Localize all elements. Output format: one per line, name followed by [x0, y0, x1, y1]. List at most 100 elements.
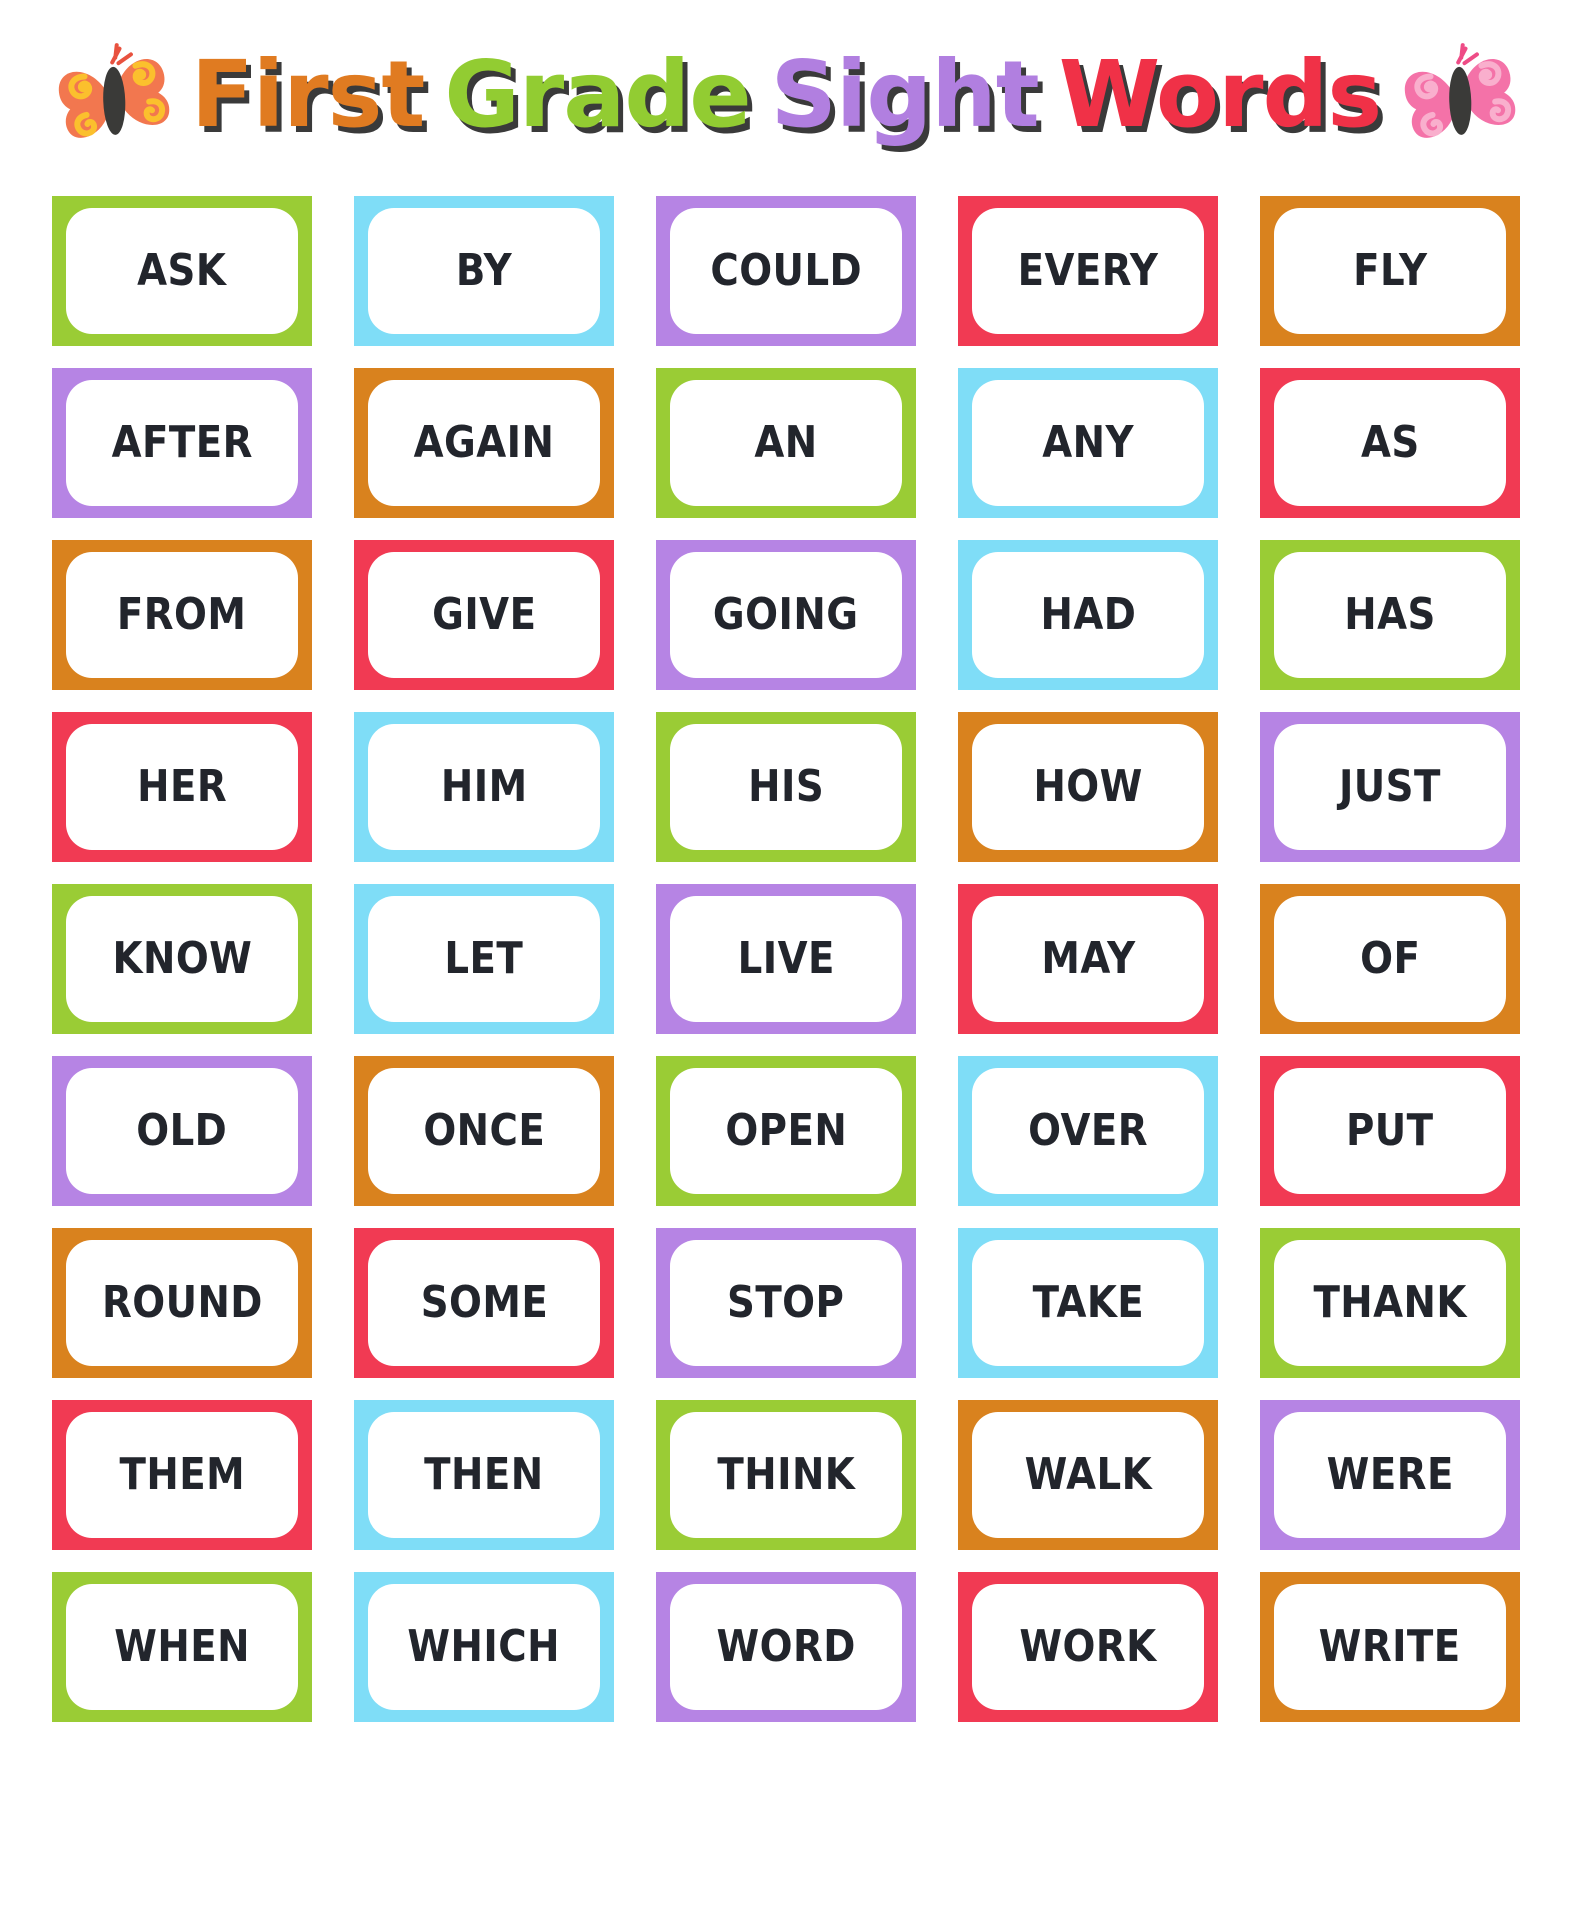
word-card-label: ASK: [137, 245, 227, 296]
word-card-label: WRITE: [1318, 1621, 1461, 1672]
word-card[interactable]: LIVE: [656, 884, 916, 1034]
word-card-label: TAKE: [1032, 1277, 1144, 1328]
word-card[interactable]: OLD: [52, 1056, 312, 1206]
word-card-label: AN: [754, 417, 818, 468]
word-card-face: WERE: [1274, 1412, 1506, 1538]
word-card-face: AGAIN: [368, 380, 600, 506]
word-card-label: LET: [444, 933, 524, 984]
word-card[interactable]: WERE: [1260, 1400, 1520, 1550]
word-card-label: SOME: [420, 1277, 548, 1328]
word-card[interactable]: AN: [656, 368, 916, 518]
word-card-face: FROM: [66, 552, 298, 678]
word-card[interactable]: KNOW: [52, 884, 312, 1034]
word-card[interactable]: OF: [1260, 884, 1520, 1034]
word-card-label: ANY: [1042, 417, 1134, 468]
word-card[interactable]: HER: [52, 712, 312, 862]
word-card-label: WHICH: [407, 1621, 561, 1672]
word-card[interactable]: HAS: [1260, 540, 1520, 690]
title-word-grade: Grade: [444, 41, 751, 148]
word-card-face: GOING: [670, 552, 902, 678]
word-card-face: COULD: [670, 208, 902, 334]
word-card[interactable]: THINK: [656, 1400, 916, 1550]
word-card[interactable]: BY: [354, 196, 614, 346]
word-card[interactable]: GOING: [656, 540, 916, 690]
word-card-label: ONCE: [423, 1105, 545, 1156]
word-card-face: WORD: [670, 1584, 902, 1710]
word-card[interactable]: PUT: [1260, 1056, 1520, 1206]
word-card-label: HAS: [1344, 589, 1436, 640]
word-card-face: THINK: [670, 1412, 902, 1538]
word-card-label: FLY: [1352, 245, 1428, 296]
word-card-face: OPEN: [670, 1068, 902, 1194]
title-word-sight: Sight: [770, 41, 1040, 148]
word-card[interactable]: JUST: [1260, 712, 1520, 862]
word-card[interactable]: ROUND: [52, 1228, 312, 1378]
word-card[interactable]: FROM: [52, 540, 312, 690]
sight-word-grid: ASK BY COULD EVERY FLY AFTER AGAIN AN ANY AS FROM G…: [52, 196, 1520, 1722]
word-card-face: STOP: [670, 1240, 902, 1366]
word-card[interactable]: ONCE: [354, 1056, 614, 1206]
word-card-label: COULD: [710, 245, 862, 296]
word-card[interactable]: OVER: [958, 1056, 1218, 1206]
word-card[interactable]: AGAIN: [354, 368, 614, 518]
word-card-face: AS: [1274, 380, 1506, 506]
word-card-label: MAY: [1040, 933, 1136, 984]
word-card-face: WHICH: [368, 1584, 600, 1710]
word-card[interactable]: HOW: [958, 712, 1218, 862]
word-card[interactable]: WHICH: [354, 1572, 614, 1722]
word-card[interactable]: EVERY: [958, 196, 1218, 346]
word-card[interactable]: ASK: [52, 196, 312, 346]
word-card-label: HAD: [1040, 589, 1136, 640]
word-card-face: ASK: [66, 208, 298, 334]
word-card-face: ONCE: [368, 1068, 600, 1194]
word-card-face: OF: [1274, 896, 1506, 1022]
word-card-label: KNOW: [112, 933, 252, 984]
word-card[interactable]: THEN: [354, 1400, 614, 1550]
word-card-label: PUT: [1346, 1105, 1434, 1156]
word-card[interactable]: GIVE: [354, 540, 614, 690]
word-card-face: WORK: [972, 1584, 1204, 1710]
word-card-label: OF: [1359, 933, 1421, 984]
word-card[interactable]: MAY: [958, 884, 1218, 1034]
word-card-label: AGAIN: [413, 417, 555, 468]
word-card[interactable]: LET: [354, 884, 614, 1034]
word-card-label: THANK: [1313, 1277, 1467, 1328]
word-card[interactable]: WRITE: [1260, 1572, 1520, 1722]
word-card-face: ANY: [972, 380, 1204, 506]
word-card[interactable]: SOME: [354, 1228, 614, 1378]
word-card[interactable]: COULD: [656, 196, 916, 346]
word-card-face: AN: [670, 380, 902, 506]
word-card[interactable]: ANY: [958, 368, 1218, 518]
word-card[interactable]: WALK: [958, 1400, 1218, 1550]
word-card[interactable]: THEM: [52, 1400, 312, 1550]
word-card[interactable]: HAD: [958, 540, 1218, 690]
word-card[interactable]: AS: [1260, 368, 1520, 518]
word-card[interactable]: WORK: [958, 1572, 1218, 1722]
word-card[interactable]: WHEN: [52, 1572, 312, 1722]
word-card[interactable]: HIS: [656, 712, 916, 862]
word-card-label: WHEN: [114, 1621, 250, 1672]
word-card-face: HIS: [670, 724, 902, 850]
word-card[interactable]: FLY: [1260, 196, 1520, 346]
word-card-label: HER: [136, 761, 227, 812]
title-word-words: Words: [1058, 41, 1382, 148]
word-card[interactable]: THANK: [1260, 1228, 1520, 1378]
word-card-label: ROUND: [101, 1277, 263, 1328]
word-card[interactable]: TAKE: [958, 1228, 1218, 1378]
sight-words-poster: First Grade Sight Words ASK BY COULD EVE…: [0, 0, 1572, 1920]
word-card-label: AS: [1360, 417, 1420, 468]
word-card-face: LET: [368, 896, 600, 1022]
word-card-face: PUT: [1274, 1068, 1506, 1194]
word-card[interactable]: HIM: [354, 712, 614, 862]
word-card-label: OVER: [1028, 1105, 1148, 1156]
word-card[interactable]: AFTER: [52, 368, 312, 518]
word-card-label: HIS: [747, 761, 825, 812]
word-card-label: EVERY: [1017, 245, 1159, 296]
word-card-face: FLY: [1274, 208, 1506, 334]
word-card[interactable]: STOP: [656, 1228, 916, 1378]
word-card-face: BY: [368, 208, 600, 334]
word-card[interactable]: OPEN: [656, 1056, 916, 1206]
word-card-face: EVERY: [972, 208, 1204, 334]
word-card[interactable]: WORD: [656, 1572, 916, 1722]
word-card-face: TAKE: [972, 1240, 1204, 1366]
